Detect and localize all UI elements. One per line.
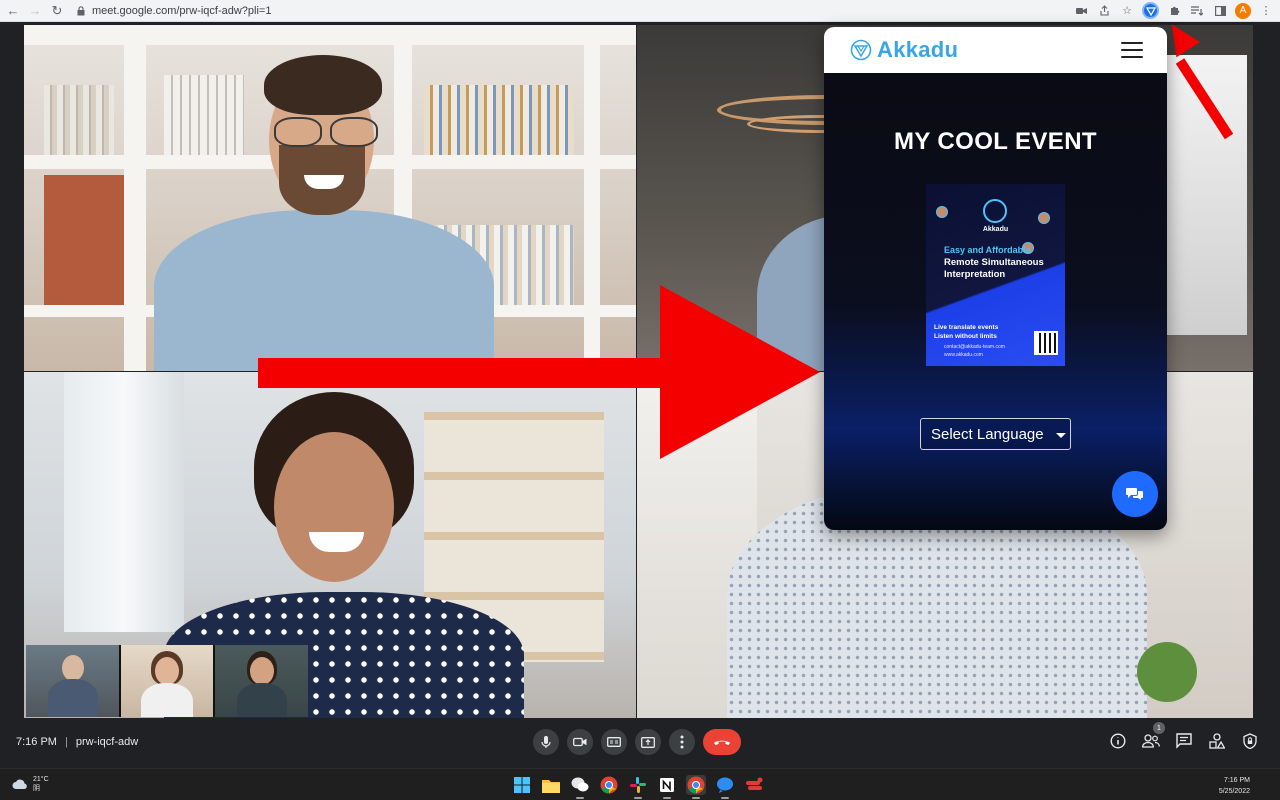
microphone-button[interactable]	[533, 729, 559, 755]
lock-icon	[76, 5, 86, 17]
back-icon[interactable]: ←	[4, 2, 22, 20]
meeting-details: 7:16 PM | prw-iqcf-adw	[16, 736, 138, 748]
captions-icon	[607, 737, 621, 747]
event-poster: Akkadu Easy and Affordable Remote Simult…	[926, 184, 1065, 366]
brand-name: Akkadu	[877, 37, 959, 62]
akkadu-extension-icon[interactable]	[1142, 2, 1159, 19]
meeting-code: prw-iqcf-adw	[75, 736, 139, 748]
activities-button[interactable]	[1207, 731, 1227, 751]
forward-icon[interactable]: →	[26, 2, 44, 20]
red-arrow-shaft	[258, 358, 662, 388]
meeting-time: 7:16 PM	[16, 736, 57, 748]
event-title: MY COOL EVENT	[893, 128, 1097, 155]
wechat-icon	[571, 777, 589, 792]
windows-logo-icon	[514, 777, 530, 793]
poster-website: www.akkadu.com	[944, 352, 983, 358]
url-text: meet.google.com/prw-iqcf-adw?pli=1	[92, 4, 272, 17]
profile-avatar[interactable]: A	[1235, 2, 1251, 19]
chat-bubbles-icon	[1126, 488, 1143, 500]
camera-indicator-icon[interactable]	[1073, 3, 1089, 19]
poster-face-avatar	[936, 206, 948, 218]
popup-header: Akkadu	[824, 27, 1167, 73]
camera-button[interactable]	[567, 729, 593, 755]
taskbar-wechat[interactable]	[570, 775, 590, 799]
address-bar[interactable]: meet.google.com/prw-iqcf-adw?pli=1	[76, 1, 1136, 20]
weather-condition: 阴	[33, 785, 40, 792]
more-options-button[interactable]	[669, 729, 695, 755]
reload-icon[interactable]: ↻	[48, 2, 66, 20]
participants-count-badge: 1	[1153, 722, 1165, 734]
akkadu-logo-icon	[850, 39, 872, 61]
microphone-icon	[541, 736, 551, 748]
share-icon[interactable]	[1096, 3, 1112, 19]
chat-button[interactable]	[1112, 471, 1158, 517]
side-panel-icon[interactable]	[1212, 3, 1228, 19]
start-button[interactable]	[512, 775, 532, 795]
poster-logo-icon	[983, 199, 1007, 223]
chrome-icon	[687, 776, 705, 794]
people-button[interactable]: 1	[1141, 722, 1165, 751]
hang-up-icon	[714, 740, 730, 745]
poster-qr-code	[1034, 331, 1058, 355]
leave-call-button[interactable]	[703, 729, 741, 755]
cloud-icon	[12, 779, 27, 789]
present-screen-button[interactable]	[635, 729, 661, 755]
present-screen-icon	[641, 736, 655, 748]
poster-tagline: Easy and Affordable	[944, 245, 1031, 255]
host-controls-button[interactable]	[1240, 731, 1260, 751]
hamburger-menu-icon[interactable]	[1121, 42, 1143, 58]
shapes-icon	[1209, 733, 1225, 749]
extensions-puzzle-icon[interactable]	[1166, 3, 1182, 19]
self-view-filmstrip[interactable]	[26, 645, 309, 717]
more-menu-icon[interactable]: ⋮	[1258, 3, 1274, 19]
taskbar-slack[interactable]	[628, 775, 648, 799]
taskbar-clock[interactable]: 7:16 PM 5/25/2022	[1219, 775, 1250, 797]
participant-tile-1[interactable]	[24, 25, 636, 371]
clock-date: 5/25/2022	[1218, 788, 1250, 795]
folder-icon	[542, 779, 560, 793]
poster-contact: contact@akkadu-team.com	[944, 344, 1005, 350]
taskbar-app-red[interactable]	[744, 775, 764, 795]
chevron-down-icon	[1055, 432, 1066, 438]
taskbar-chrome-active[interactable]	[686, 775, 706, 799]
akkadu-extension-popup: Akkadu MY COOL EVENT Akkadu Easy and Aff…	[824, 27, 1167, 530]
meet-control-bar: 7:16 PM | prw-iqcf-adw 1	[0, 718, 1280, 768]
notion-icon	[660, 778, 674, 792]
poster-line-2: Listen without limits	[934, 333, 997, 340]
meeting-details-button[interactable]	[1108, 731, 1128, 751]
chat-bubble-icon	[717, 777, 733, 793]
clock-time: 7:16 PM	[1223, 777, 1250, 784]
weather-widget[interactable]: 21°C 阴	[12, 775, 49, 793]
meeting-info-separator: |	[64, 736, 68, 748]
chat-with-everyone-button[interactable]	[1174, 731, 1194, 751]
poster-brand: Akkadu	[982, 226, 1009, 233]
taskbar-file-explorer[interactable]	[541, 775, 561, 795]
language-select[interactable]: Select Language	[920, 418, 1071, 450]
weather-temperature: 21°C	[33, 776, 49, 783]
reading-list-icon[interactable]	[1189, 3, 1205, 19]
poster-face-avatar	[1038, 212, 1050, 224]
camera-icon	[573, 737, 587, 747]
captions-button[interactable]	[601, 729, 627, 755]
info-icon	[1110, 733, 1126, 749]
language-select-label: Select Language	[931, 425, 1044, 443]
slack-icon	[630, 777, 646, 793]
chrome-icon	[600, 776, 618, 794]
taskbar-notion[interactable]	[657, 775, 677, 799]
app-stack-icon	[746, 777, 763, 790]
people-icon	[1142, 734, 1160, 748]
chat-icon	[1176, 733, 1192, 749]
poster-line-1: Live translate events	[934, 324, 999, 331]
more-vertical-icon	[680, 735, 684, 749]
akkadu-brand[interactable]: Akkadu	[850, 37, 958, 63]
shield-lock-icon	[1243, 733, 1257, 749]
poster-headline: Remote Simultaneous Interpretation	[944, 257, 1044, 280]
red-arrow-head	[660, 285, 820, 459]
bookmark-star-icon[interactable]: ☆	[1119, 3, 1135, 19]
taskbar-chrome[interactable]	[599, 775, 619, 795]
taskbar-messenger[interactable]	[715, 775, 735, 799]
browser-toolbar: ← → ↻ meet.google.com/prw-iqcf-adw?pli=1…	[0, 0, 1280, 22]
windows-taskbar: 21°C 阴 7:16 PM 5/25/2022	[0, 768, 1280, 800]
